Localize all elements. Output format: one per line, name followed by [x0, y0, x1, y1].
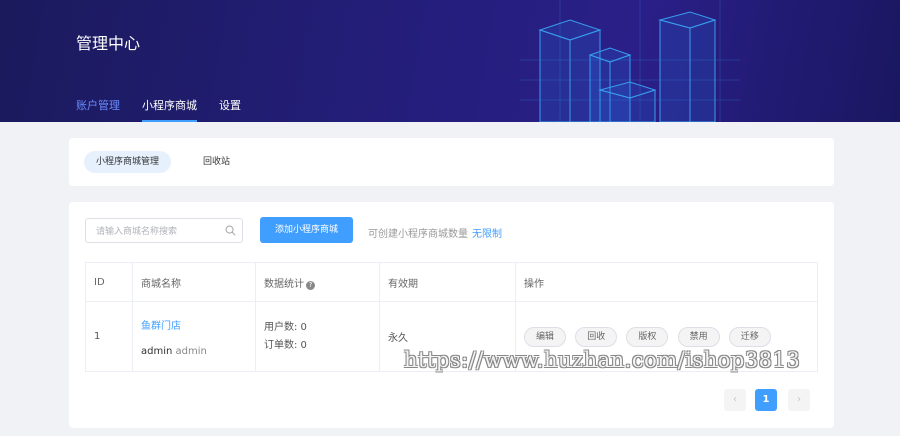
cell-id: 1: [85, 301, 133, 372]
owner-name: admin: [141, 345, 173, 357]
mall-list-card: 添加小程序商城 可创建小程序商城数量无限制 ID 商城名称 数据统计? 有效期 …: [69, 202, 834, 428]
header-banner: 管理中心 账户管理 小程序商城 设置: [0, 0, 900, 122]
sub-tabs-card: 小程序商城管理 回收站: [69, 138, 834, 186]
owner-nickname: admin: [175, 345, 207, 357]
tab-account-management[interactable]: 账户管理: [76, 98, 120, 122]
search-box: [85, 218, 243, 244]
migrate-button[interactable]: 迁移: [728, 326, 771, 347]
quota-info: 可创建小程序商城数量 无限制: [368, 225, 502, 240]
watermark: https://www.huzhan.com/ishop3813: [404, 348, 801, 372]
pagination-page-1[interactable]: 1: [755, 389, 777, 411]
pagination-prev-button[interactable]: ‹: [724, 389, 746, 411]
tab-mini-program-mall[interactable]: 小程序商城: [142, 98, 197, 122]
user-count: 用户数: 0: [264, 321, 307, 333]
copyright-button[interactable]: 版权: [626, 326, 669, 347]
recycle-button[interactable]: 回收: [575, 326, 618, 347]
column-header-stats-label: 数据统计: [264, 278, 304, 290]
quota-value: 无限制: [472, 229, 502, 240]
column-header-stats: 数据统计?: [255, 262, 380, 302]
column-header-name: 商城名称: [132, 262, 256, 302]
mall-name-link[interactable]: 鱼群门店: [141, 317, 255, 332]
order-count: 订单数: 0: [264, 339, 307, 351]
table-header-row: ID 商城名称 数据统计? 有效期 操作: [85, 262, 818, 302]
column-header-actions: 操作: [515, 262, 818, 302]
cell-stats: 用户数: 0 订单数: 0: [255, 301, 380, 372]
edit-button[interactable]: 编辑: [524, 326, 567, 347]
hero-cubes-illustration: [520, 0, 740, 122]
pagination-next-button[interactable]: ›: [788, 389, 810, 411]
tab-settings[interactable]: 设置: [219, 98, 241, 122]
search-icon[interactable]: [225, 225, 236, 236]
sub-tab-mall-management[interactable]: 小程序商城管理: [84, 151, 172, 173]
add-mall-button[interactable]: 添加小程序商城: [260, 217, 353, 243]
sub-tab-recycle-bin[interactable]: 回收站: [191, 151, 242, 173]
column-header-id: ID: [85, 262, 133, 302]
cell-name: 鱼群门店 admin admin: [132, 301, 256, 372]
column-header-validity: 有效期: [379, 262, 516, 302]
page-title: 管理中心: [76, 34, 141, 53]
quota-label: 可创建小程序商城数量: [368, 229, 468, 240]
disable-button[interactable]: 禁用: [677, 326, 720, 347]
search-input[interactable]: [86, 220, 216, 244]
help-icon[interactable]: ?: [306, 280, 315, 290]
top-nav: 账户管理 小程序商城 设置: [76, 98, 263, 122]
